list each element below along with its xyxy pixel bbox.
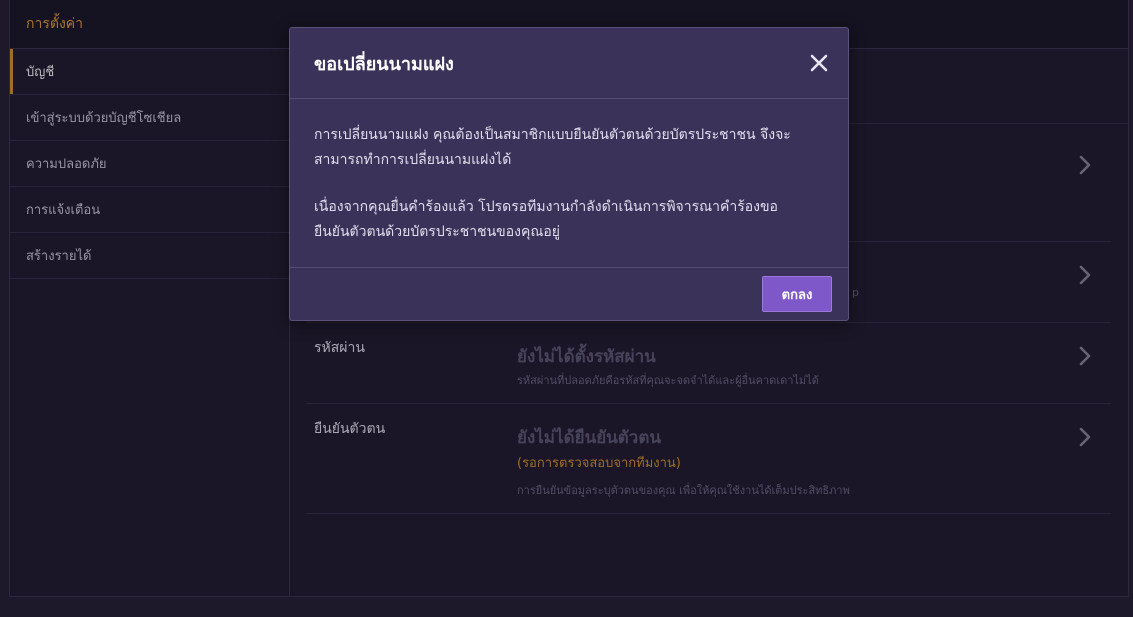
dialog-title: ขอเปลี่ยนนามแฝง (314, 53, 454, 75)
dialog-paragraph-2: เนื่องจากคุณยื่นคำร้องแล้ว โปรดรอทีมงานก… (314, 195, 824, 245)
dialog-line: เนื่องจากคุณยื่นคำร้องแล้ว โปรดรอทีมงานก… (314, 199, 778, 215)
close-icon (810, 54, 828, 72)
dialog-line: สามารถทำการเปลี่ยนนามแฝงได้ (314, 152, 512, 168)
dialog-paragraph-1: การเปลี่ยนนามแฝง คุณต้องเป็นสมาชิกแบบยืน… (314, 123, 824, 173)
dialog-footer: ตกลง (290, 268, 848, 321)
dialog-header: ขอเปลี่ยนนามแฝง (290, 28, 848, 99)
dialog-line: การเปลี่ยนนามแฝง คุณต้องเป็นสมาชิกแบบยืน… (314, 127, 791, 143)
close-button[interactable] (808, 52, 830, 74)
dialog-line: ยืนยันตัวตนด้วยบัตรประชาชนของคุณอยู่ (314, 224, 560, 240)
dialog-body: การเปลี่ยนนามแฝง คุณต้องเป็นสมาชิกแบบยืน… (290, 99, 848, 268)
ok-button[interactable]: ตกลง (762, 276, 832, 312)
change-pen-name-dialog: ขอเปลี่ยนนามแฝง การเปลี่ยนนามแฝง คุณต้อง… (289, 27, 849, 321)
